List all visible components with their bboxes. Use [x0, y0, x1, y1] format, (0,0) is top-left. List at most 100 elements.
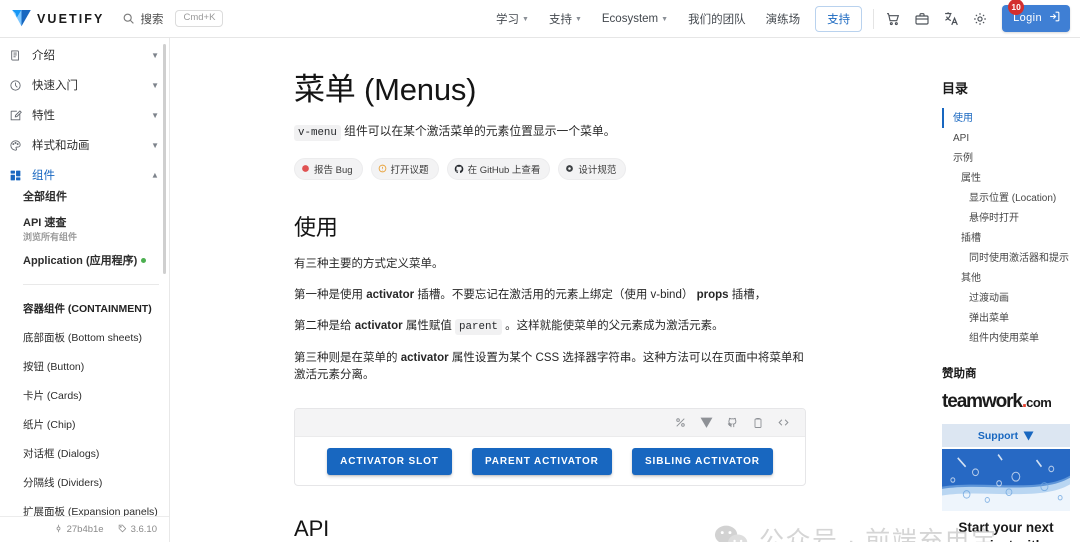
vuetify-play-icon[interactable] — [700, 416, 713, 429]
ad-vuetify-snips[interactable]: Start your next project with VUETIFY SNI… — [942, 449, 1070, 542]
support-banner-label: Support — [977, 429, 1019, 442]
sidebar-item-styles-animations[interactable]: 样式和动画 ▼ — [0, 135, 169, 155]
chip-label: 在 GitHub 上查看 — [467, 164, 541, 176]
support-outline-button[interactable]: 支持 — [815, 5, 863, 32]
toc-item-misc[interactable]: 其他 — [942, 268, 1070, 288]
sidebar-link-cards[interactable]: 卡片 (Cards) — [23, 381, 169, 410]
sponsor-heading: 赞助商 — [942, 368, 977, 380]
chip-label: 打开议题 — [390, 164, 429, 176]
sponsor-teamwork-logo[interactable]: teamwork. com — [942, 391, 1070, 413]
commit-hash: 27b4b1e — [66, 524, 104, 535]
action-chips: 报告 Bug 打开议题 在 GitHub 上查看 设计规范 — [294, 157, 806, 180]
sidebar-item-label: 组件 — [32, 170, 55, 182]
toc-item-usage[interactable]: 使用 — [942, 108, 1070, 128]
toc-item-props[interactable]: 属性 — [942, 168, 1070, 188]
text-fragment: 第三种则是在菜单的 — [294, 351, 401, 364]
toc-item-activator-and-tooltip[interactable]: 同时使用激活器和提示 — [942, 248, 1070, 268]
code-icon[interactable] — [777, 416, 790, 429]
chevron-down-icon: ▼ — [661, 16, 669, 23]
chip-report-bug[interactable]: 报告 Bug — [294, 157, 363, 180]
toc-item-location[interactable]: 显示位置 (Location) — [942, 188, 1070, 208]
github-icon[interactable] — [726, 416, 739, 429]
sidebar-scroll-area: 介绍 ▼ 快速入门 ▼ 特性 ▼ 样式和动画 ▼ 组件 ▼ 全部组件 API 速… — [0, 38, 169, 516]
chevron-down-icon: ▼ — [574, 16, 582, 23]
toc-item-examples[interactable]: 示例 — [942, 148, 1070, 168]
toolbar-divider — [873, 8, 875, 29]
toc-item-slots[interactable]: 插槽 — [942, 228, 1070, 248]
cart-icon[interactable] — [879, 5, 907, 33]
nav-link-ecosystem[interactable]: Ecosystem ▼ — [593, 8, 677, 30]
nav-link-label: 支持 — [548, 13, 572, 26]
paragraph-method-2: 第二种是给 activator 属性赋值 parent 。这样就能使菜单的父元素… — [294, 318, 806, 336]
sidebar-item-components[interactable]: 组件 ▼ — [0, 165, 169, 185]
toc-item-popover-menu[interactable]: 弹出菜单 — [942, 308, 1070, 328]
sidebar-link-dialogs[interactable]: 对话框 (Dialogs) — [23, 439, 169, 468]
nav-link-playground[interactable]: 演练场 — [757, 6, 810, 32]
sidebar-scrollbar[interactable] — [163, 44, 166, 274]
sidebar-subitem-label: API 速查 — [23, 216, 67, 229]
top-nav-links: 学习 ▼ 支持 ▼ Ecosystem ▼ 我们的团队 演练场 — [487, 6, 809, 32]
login-area: 10 Login — [1002, 0, 1070, 32]
chevron-down-icon: ▼ — [151, 80, 159, 90]
toc-title: 目录 — [942, 81, 969, 96]
toc-item-api[interactable]: API — [942, 128, 1070, 148]
toc-list: 使用 API 示例 属性 显示位置 (Location) 悬停时打开 插槽 同时… — [942, 108, 1070, 348]
sidebar-subitem-label: Application (应用程序) — [23, 254, 138, 267]
toolbar-icon-group — [879, 5, 994, 33]
login-arrow-icon — [1048, 10, 1061, 26]
parent-activator-button[interactable]: PARENT ACTIVATOR — [471, 447, 612, 475]
copy-icon[interactable] — [752, 417, 764, 429]
text-fragment: 第一种是使用 — [294, 289, 367, 302]
nav-link-learn[interactable]: 学习 ▼ — [487, 6, 538, 32]
chevron-up-icon: ▼ — [151, 170, 159, 180]
sidebar-subitem-all-components[interactable]: 全部组件 — [23, 185, 169, 211]
sidebar-subitem-api-reference[interactable]: API 速查 浏览所有组件 — [23, 211, 169, 249]
search-label: 搜索 — [140, 13, 164, 26]
page-lede: v-menu 组件可以在某个激活菜单的元素位置显示一个菜单。 — [294, 123, 806, 141]
sidebar-link-dividers[interactable]: 分隔线 (Dividers) — [23, 468, 169, 497]
top-app-bar: VUETIFY 搜索 Cmd+K 学习 ▼ 支持 ▼ Ecosystem ▼ 我… — [0, 0, 1080, 38]
version-info[interactable]: 3.6.10 — [118, 524, 157, 536]
chevron-down-icon: ▼ — [151, 140, 159, 150]
sidebar-components-sublist: 全部组件 API 速查 浏览所有组件 Application (应用程序) 容器… — [0, 185, 169, 516]
sidebar-section-caption: 容器组件 (CONTAINMENT) — [23, 302, 152, 315]
translate-icon[interactable] — [937, 5, 965, 33]
gear-icon[interactable] — [966, 5, 994, 33]
sidebar-link-button[interactable]: 按钮 (Button) — [23, 352, 169, 381]
chip-design-spec[interactable]: 设计规范 — [558, 157, 627, 180]
text-fragment: 第二种是给 — [294, 320, 355, 333]
toc-item-open-on-hover[interactable]: 悬停时打开 — [942, 208, 1070, 228]
brand-logo-link[interactable]: VUETIFY — [12, 10, 104, 27]
nav-link-support[interactable]: 支持 ▼ — [540, 6, 591, 32]
sidebar-footer: 27b4b1e 3.6.10 — [0, 516, 169, 542]
sidebar-item-getting-started[interactable]: 快速入门 ▼ — [0, 75, 169, 95]
sidebar-subitem-application[interactable]: Application (应用程序) — [23, 249, 169, 275]
sidebar-subitem-label: 全部组件 — [23, 191, 67, 203]
support-banner[interactable]: Support — [942, 424, 1070, 447]
section-heading-api: API — [294, 516, 330, 542]
chevron-down-icon: ▼ — [151, 50, 159, 60]
vuetify-logo-icon — [1023, 430, 1034, 441]
briefcase-icon[interactable] — [908, 5, 936, 33]
main-content: 菜单 (Menus) v-menu 组件可以在某个激活菜单的元素位置显示一个菜单… — [170, 38, 930, 542]
chevron-down-icon: ▼ — [522, 16, 529, 23]
sidebar-item-features[interactable]: 特性 ▼ — [0, 105, 169, 125]
search-button[interactable]: 搜索 Cmd+K — [122, 10, 224, 27]
chip-open-issue[interactable]: 打开议题 — [370, 157, 439, 180]
example-body: ACTIVATOR SLOT PARENT ACTIVATOR SIBLING … — [295, 437, 805, 485]
bold-fragment: activator — [354, 320, 403, 333]
activator-slot-button[interactable]: ACTIVATOR SLOT — [327, 447, 452, 475]
sidebar-link-bottom-sheets[interactable]: 底部面板 (Bottom sheets) — [23, 323, 169, 352]
sponsor-tld: com — [1026, 395, 1052, 410]
sidebar-item-intro[interactable]: 介绍 ▼ — [0, 45, 169, 65]
toc-item-transitions[interactable]: 过渡动画 — [942, 288, 1070, 308]
rtl-toggle-icon[interactable] — [674, 416, 687, 429]
chip-view-on-github[interactable]: 在 GitHub 上查看 — [446, 157, 551, 180]
sibling-activator-button[interactable]: SIBLING ACTIVATOR — [631, 447, 773, 475]
sidebar-link-expansion-panels[interactable]: 扩展面板 (Expansion panels) — [23, 497, 169, 517]
toc-item-menu-in-components[interactable]: 组件内使用菜单 — [942, 328, 1070, 348]
nav-link-team[interactable]: 我们的团队 — [679, 6, 755, 32]
sidebar-link-chip[interactable]: 纸片 (Chip) — [23, 410, 169, 439]
brand-name: VUETIFY — [37, 11, 105, 26]
commit-info[interactable]: 27b4b1e — [54, 524, 104, 536]
